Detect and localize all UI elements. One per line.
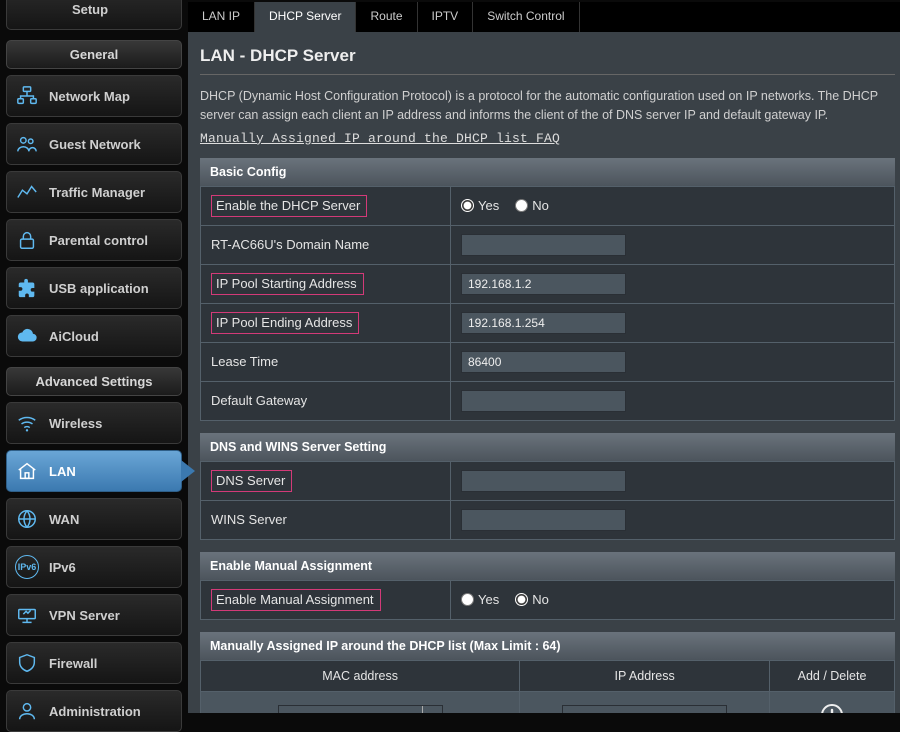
- menu-label: Parental control: [49, 233, 148, 248]
- section-manual-assignment: Enable Manual Assignment: [200, 552, 895, 580]
- radio-label: No: [532, 592, 549, 607]
- section-label: Advanced Settings: [35, 374, 152, 389]
- label-pool-start: IP Pool Starting Address: [211, 273, 364, 295]
- sidebar-item-ipv6[interactable]: IPv6 IPv6: [6, 546, 182, 588]
- default-gateway-input[interactable]: [461, 390, 626, 412]
- vpn-icon: [15, 603, 39, 627]
- tab-switch-control[interactable]: Switch Control: [473, 2, 579, 32]
- enable-manual-yes-radio[interactable]: [461, 593, 474, 606]
- lan-tabs: LAN IP DHCP Server Route IPTV Switch Con…: [188, 2, 900, 32]
- sidebar-item-administration[interactable]: Administration: [6, 690, 182, 732]
- mac-address-input[interactable]: [278, 705, 443, 713]
- enable-dhcp-no-radio[interactable]: [515, 199, 528, 212]
- label-default-gateway: Default Gateway: [201, 381, 451, 420]
- section-mac-list: Manually Assigned IP around the DHCP lis…: [200, 632, 895, 660]
- add-row-button[interactable]: [819, 702, 845, 713]
- sidebar-item-setup[interactable]: Setup: [6, 0, 182, 30]
- lock-icon: [15, 228, 39, 252]
- menu-label: Wireless: [49, 416, 102, 431]
- menu-label: Guest Network: [49, 137, 141, 152]
- globe-icon: [15, 507, 39, 531]
- section-dns-wins: DNS and WINS Server Setting: [200, 433, 895, 461]
- tab-label: DHCP Server: [269, 9, 341, 23]
- pool-end-input[interactable]: [461, 312, 626, 334]
- menu-label: USB application: [49, 281, 149, 296]
- menu-label: IPv6: [49, 560, 76, 575]
- sidebar-item-network-map[interactable]: Network Map: [6, 75, 182, 117]
- tab-route[interactable]: Route: [356, 2, 417, 32]
- shield-icon: [15, 651, 39, 675]
- radio-label: Yes: [478, 592, 499, 607]
- house-icon: [15, 459, 39, 483]
- menu-label: AiCloud: [49, 329, 99, 344]
- ipv6-icon: IPv6: [15, 555, 39, 579]
- wins-server-input[interactable]: [461, 509, 626, 531]
- network-map-icon: [15, 84, 39, 108]
- enable-manual-radios: Yes No: [461, 592, 884, 607]
- menu-label: VPN Server: [49, 608, 120, 623]
- sidebar-item-vpn-server[interactable]: VPN Server: [6, 594, 182, 636]
- menu-label: Firewall: [49, 656, 97, 671]
- sidebar: Setup General Network Map Guest Network …: [0, 0, 188, 713]
- mac-dropdown-button[interactable]: [422, 706, 442, 713]
- sidebar-item-firewall[interactable]: Firewall: [6, 642, 182, 684]
- radio-label: Yes: [478, 198, 499, 213]
- radio-label: No: [532, 198, 549, 213]
- domain-name-input[interactable]: [461, 234, 626, 256]
- menu-label: Traffic Manager: [49, 185, 145, 200]
- section-basic-config: Basic Config: [200, 158, 895, 186]
- cloud-icon: [15, 324, 39, 348]
- lease-time-input[interactable]: [461, 351, 626, 373]
- sidebar-item-usb-application[interactable]: USB application: [6, 267, 182, 309]
- sidebar-item-aicloud[interactable]: AiCloud: [6, 315, 182, 357]
- menu-label: Network Map: [49, 89, 130, 104]
- tab-lan-ip[interactable]: LAN IP: [188, 2, 255, 32]
- enable-dhcp-yes-radio[interactable]: [461, 199, 474, 212]
- page-title: LAN - DHCP Server: [200, 46, 895, 66]
- wifi-icon: [15, 411, 39, 435]
- menu-label: Administration: [49, 704, 141, 719]
- col-ip: IP Address: [520, 660, 770, 691]
- user-icon: [15, 699, 39, 723]
- dns-server-input[interactable]: [461, 470, 626, 492]
- sidebar-section-advanced: Advanced Settings: [6, 367, 182, 396]
- tab-dhcp-server[interactable]: DHCP Server: [255, 2, 356, 32]
- section-label: General: [70, 47, 118, 62]
- sidebar-section-general: General: [6, 40, 182, 69]
- tab-label: Route: [370, 9, 402, 23]
- tab-iptv[interactable]: IPTV: [418, 2, 474, 32]
- menu-label: Setup: [72, 2, 108, 17]
- tab-label: LAN IP: [202, 9, 240, 23]
- sidebar-item-wireless[interactable]: Wireless: [6, 402, 182, 444]
- label-wins-server: WINS Server: [201, 500, 451, 539]
- tab-label: Switch Control: [487, 9, 564, 23]
- sidebar-item-wan[interactable]: WAN: [6, 498, 182, 540]
- main-panel: LAN - DHCP Server DHCP (Dynamic Host Con…: [188, 32, 900, 713]
- enable-manual-no-radio[interactable]: [515, 593, 528, 606]
- label-enable-manual: Enable Manual Assignment: [211, 589, 381, 611]
- traffic-manager-icon: [15, 180, 39, 204]
- pool-start-input[interactable]: [461, 273, 626, 295]
- puzzle-icon: [15, 276, 39, 300]
- sidebar-item-lan[interactable]: LAN: [6, 450, 182, 492]
- col-action: Add / Delete: [770, 660, 895, 691]
- sidebar-item-traffic-manager[interactable]: Traffic Manager: [6, 171, 182, 213]
- label-lease-time: Lease Time: [201, 342, 451, 381]
- label-domain-name: RT-AC66U's Domain Name: [201, 225, 451, 264]
- sidebar-item-parental-control[interactable]: Parental control: [6, 219, 182, 261]
- label-dns-server: DNS Server: [211, 470, 292, 492]
- col-mac: MAC address: [201, 660, 520, 691]
- enable-dhcp-radios: Yes No: [461, 198, 884, 213]
- menu-label: LAN: [49, 464, 76, 479]
- page-description: DHCP (Dynamic Host Configuration Protoco…: [200, 87, 895, 126]
- menu-label: WAN: [49, 512, 79, 527]
- tab-label: IPTV: [432, 9, 459, 23]
- label-pool-end: IP Pool Ending Address: [211, 312, 359, 334]
- guest-network-icon: [15, 132, 39, 156]
- ip-address-input[interactable]: [562, 705, 727, 713]
- sidebar-item-guest-network[interactable]: Guest Network: [6, 123, 182, 165]
- faq-link[interactable]: Manually Assigned IP around the DHCP lis…: [200, 131, 560, 146]
- label-enable-dhcp: Enable the DHCP Server: [211, 195, 367, 217]
